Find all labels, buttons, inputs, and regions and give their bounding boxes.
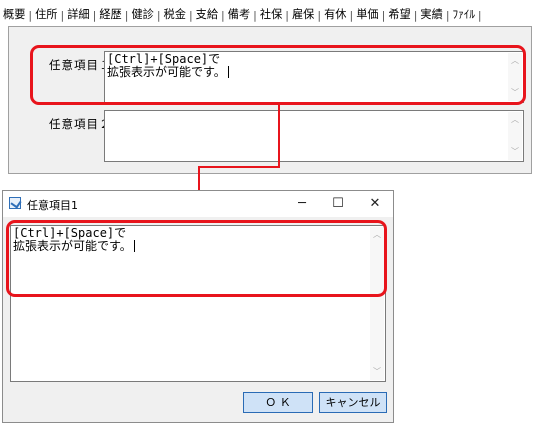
cancel-button[interactable]: キャンセル xyxy=(319,392,387,413)
tab-health-check[interactable]: 健診 xyxy=(128,4,156,26)
connector-line xyxy=(278,105,280,167)
chevron-down-icon[interactable]: ﹀ xyxy=(370,367,384,377)
close-button[interactable]: ✕ xyxy=(358,191,392,217)
tab-file[interactable]: ﾌｧｲﾙ xyxy=(450,4,478,26)
field2-textarea[interactable]: ︿ ﹀ xyxy=(104,110,524,162)
tab-social-insurance[interactable]: 社保 xyxy=(257,4,285,26)
tab-notes[interactable]: 備考 xyxy=(224,4,254,26)
dialog-title: 任意項目1 xyxy=(27,199,78,212)
tab-address[interactable]: 住所 xyxy=(32,4,60,26)
connector-line xyxy=(198,166,280,168)
maximize-button[interactable]: ☐ xyxy=(321,191,355,217)
tab-overview[interactable]: 概要 xyxy=(0,4,28,26)
tab-history[interactable]: 経歴 xyxy=(96,4,124,26)
dialog-titlebar[interactable]: 任意項目1 ─ ☐ ✕ xyxy=(3,191,393,217)
app-window-icon xyxy=(9,197,21,209)
field1-highlight xyxy=(30,45,526,105)
field2-scrollbar[interactable]: ︿ ﹀ xyxy=(508,112,522,160)
tab-unit-price[interactable]: 単価 xyxy=(353,4,381,26)
tab-payment[interactable]: 支給 xyxy=(193,4,221,26)
tab-preferences[interactable]: 希望 xyxy=(385,4,413,26)
tab-bar: 概要 | 住所 | 詳細 | 経歴 | 健診 | 税金 | 支給 | 備考 | 社保 | 雇保 | … xyxy=(0,4,538,26)
ok-button[interactable]: Ｏ Ｋ xyxy=(243,392,313,413)
tab-tax[interactable]: 税金 xyxy=(161,4,189,26)
dialog-text-highlight xyxy=(6,220,387,297)
tab-paid-leave[interactable]: 有休 xyxy=(321,4,349,26)
chevron-down-icon[interactable]: ﹀ xyxy=(508,147,522,157)
tab-separator: | xyxy=(477,8,482,22)
field2-label: 任意項目２ xyxy=(49,117,112,131)
tab-details[interactable]: 詳細 xyxy=(64,4,92,26)
chevron-up-icon[interactable]: ︿ xyxy=(508,115,522,125)
minimize-button[interactable]: ─ xyxy=(285,191,319,217)
tab-employment-insurance[interactable]: 雇保 xyxy=(289,4,317,26)
tab-results[interactable]: 実績 xyxy=(417,4,445,26)
